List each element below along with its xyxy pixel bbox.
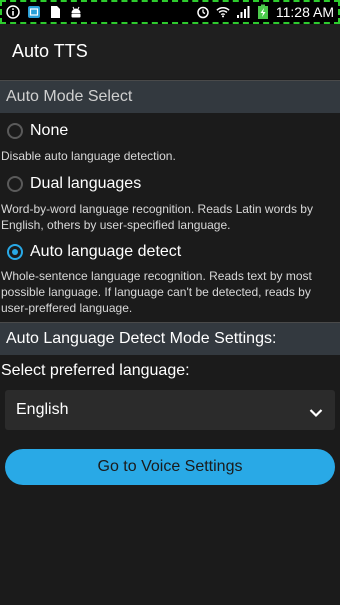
signal-icon	[236, 5, 250, 19]
app-title: Auto TTS	[12, 41, 88, 61]
clock: 11:28 AM	[275, 4, 334, 20]
auto-mode-header-label: Auto Mode Select	[6, 88, 133, 105]
app-bar: Auto TTS	[0, 24, 340, 79]
radio-auto-detect-description: Whole-sentence language recognition. Rea…	[1, 269, 312, 315]
go-to-voice-settings-button[interactable]: Go to Voice Settings	[5, 449, 335, 485]
radio-option-none[interactable]: None	[0, 119, 340, 143]
battery-charging-icon	[256, 4, 270, 19]
radio-dual-description: Word-by-word language recognition. Reads…	[1, 202, 313, 232]
radio-auto-detect-label: Auto language detect	[30, 243, 182, 260]
radio-none-label: None	[30, 122, 69, 139]
radio-option-auto-detect[interactable]: Auto language detect	[0, 240, 340, 264]
radio-auto-detect-icon[interactable]	[7, 244, 23, 260]
android-icon	[69, 5, 83, 19]
radio-dual-label: Dual languages	[30, 175, 142, 192]
preferred-language-label: Select preferred language:	[1, 362, 190, 379]
wifi-icon	[216, 5, 230, 19]
radio-option-dual-languages[interactable]: Dual languages	[0, 172, 340, 196]
auto-mode-header: Auto Mode Select	[0, 80, 340, 113]
radio-dual-icon[interactable]	[7, 176, 23, 192]
info-icon	[6, 5, 20, 19]
preferred-language-value: English	[16, 401, 69, 418]
radio-none-icon[interactable]	[7, 123, 23, 139]
screenshot-icon	[27, 5, 41, 19]
chevron-down-icon	[309, 405, 323, 418]
alarm-icon	[196, 5, 210, 19]
status-bar: 11:28 AM	[0, 0, 340, 24]
detect-settings-header-label: Auto Language Detect Mode Settings:	[6, 330, 277, 347]
radio-none-description: Disable auto language detection.	[1, 149, 176, 163]
preferred-language-select[interactable]: English	[5, 390, 335, 430]
detect-settings-header: Auto Language Detect Mode Settings:	[0, 322, 340, 355]
sd-card-icon	[48, 5, 62, 19]
